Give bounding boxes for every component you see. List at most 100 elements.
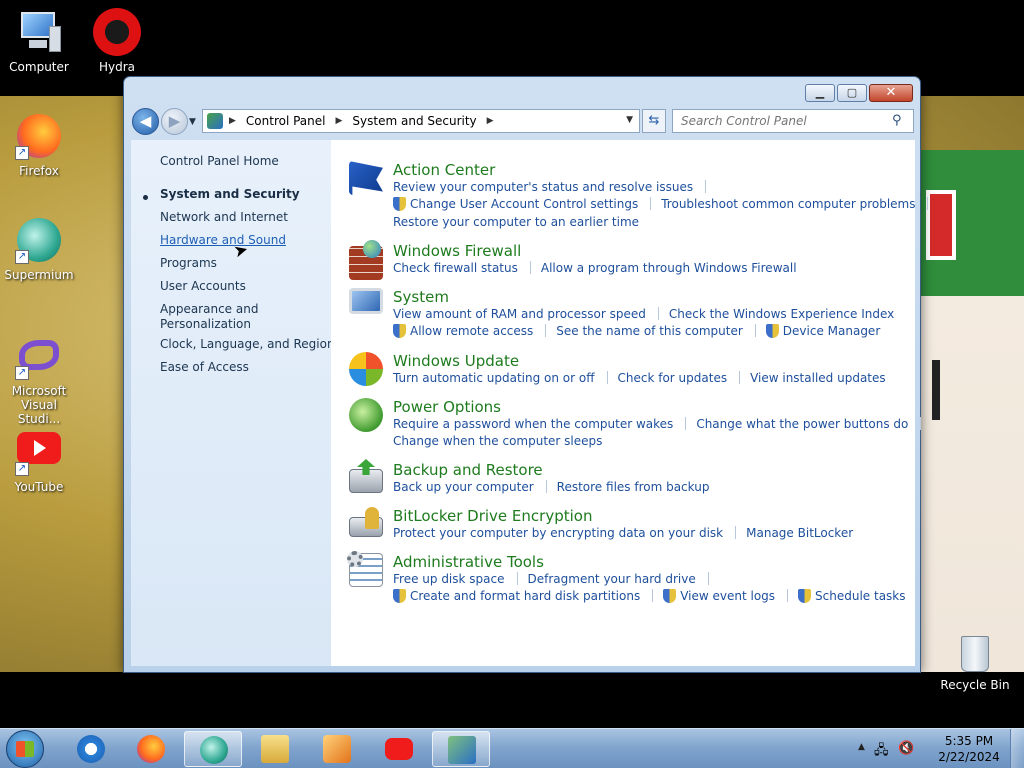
task-link[interactable]: Allow a program through Windows Firewall	[541, 261, 797, 275]
taskbar-firefox[interactable]	[122, 731, 180, 767]
task-link-text: Change User Account Control settings	[410, 197, 639, 211]
nav-appearance-line2[interactable]: Personalization	[160, 317, 251, 332]
breadcrumb-system-and-security[interactable]: System and Security	[352, 114, 476, 128]
nav-ease-of-access[interactable]: Ease of Access	[160, 360, 249, 375]
task-link[interactable]: Free up disk space	[393, 572, 505, 586]
breadcrumb-chevron-icon[interactable]: ▶	[229, 116, 236, 126]
task-link[interactable]: Review your computer's status and resolv…	[393, 180, 693, 194]
link-divider	[516, 572, 518, 585]
taskbar-internet-explorer[interactable]	[62, 731, 120, 767]
link-divider	[735, 526, 737, 539]
volume-muted-icon[interactable]: 🔇	[898, 741, 914, 757]
task-link-with-shield[interactable]: Allow remote access	[393, 324, 533, 338]
task-link-with-shield[interactable]: Device Manager	[765, 324, 880, 338]
nav-appearance-line1[interactable]: Appearance and	[160, 302, 258, 317]
task-link-with-shield[interactable]: View event logs	[663, 589, 775, 603]
desktop-icon-youtube[interactable]: ↗ YouTube	[0, 428, 78, 494]
task-link[interactable]: Check for updates	[618, 371, 728, 385]
wallpaper-mark	[932, 360, 940, 420]
taskbar-media-player[interactable]	[308, 731, 366, 767]
desktop-icon-firefox[interactable]: ↗ Firefox	[0, 112, 78, 178]
breadcrumb-control-panel[interactable]: Control Panel	[246, 114, 326, 128]
task-link[interactable]: View installed updates	[750, 371, 886, 385]
uac-shield-icon	[393, 197, 406, 211]
desktop-icon-recycle-bin[interactable]: Recycle Bin	[936, 632, 1014, 692]
taskbar-file-explorer[interactable]	[246, 731, 304, 767]
task-link[interactable]: Change when the computer sleeps	[393, 434, 602, 448]
nav-hardware-and-sound[interactable]: Hardware and Sound	[160, 233, 286, 248]
task-link[interactable]: Check firewall status	[393, 261, 518, 275]
task-link[interactable]: Restore files from backup	[557, 480, 710, 494]
task-link-with-shield[interactable]: Create and format hard disk partitions	[393, 589, 640, 603]
link-divider	[657, 307, 659, 320]
category-title[interactable]: BitLocker Drive Encryption	[393, 507, 592, 525]
network-icon[interactable]: 🖧	[874, 741, 890, 758]
task-link-with-shield[interactable]: Change User Account Control settings	[393, 197, 638, 211]
task-link[interactable]: Protect your computer by encrypting data…	[393, 526, 723, 540]
control-panel-window: ▁ ▢ ✕ ◀ ▶ ▼ ▶ Control Panel ▶ System and…	[123, 76, 929, 673]
control-panel-home-link[interactable]: Control Panel Home	[160, 154, 279, 169]
hydra-icon	[93, 8, 141, 56]
minimize-button[interactable]: ▁	[805, 84, 835, 102]
task-link[interactable]: Troubleshoot common computer problems	[661, 197, 915, 211]
nav-system-and-security[interactable]: System and Security	[160, 187, 300, 202]
media-player-icon	[323, 735, 351, 763]
refresh-button[interactable]: ⇆	[642, 109, 666, 133]
search-input[interactable]	[672, 109, 914, 133]
show-desktop-button[interactable]	[1010, 729, 1024, 768]
taskbar-youtube[interactable]	[370, 731, 428, 767]
task-row: View amount of RAM and processor speed C…	[393, 307, 894, 321]
category-title[interactable]: Power Options	[393, 398, 501, 416]
task-link[interactable]: Manage BitLocker	[746, 526, 853, 540]
desktop-icon-computer[interactable]: Computer	[0, 8, 78, 74]
nav-clock-language-region[interactable]: Clock, Language, and Region	[160, 337, 335, 352]
task-link[interactable]: Change what the power buttons do	[696, 417, 908, 431]
taskbar-supermium[interactable]	[184, 731, 242, 767]
maximize-button[interactable]: ▢	[837, 84, 867, 102]
start-button[interactable]	[6, 730, 44, 768]
task-link[interactable]: See the name of this computer	[556, 324, 743, 338]
desktop-icon-hydra[interactable]: Hydra	[78, 8, 156, 74]
maximize-icon: ▢	[846, 86, 858, 99]
desktop-icon-supermium[interactable]: ↗ Supermium	[0, 216, 78, 282]
visual-studio-icon: ↗	[15, 332, 63, 380]
youtube-icon	[385, 738, 413, 760]
search-icon[interactable]: ⚲	[892, 113, 902, 128]
nav-network-and-internet[interactable]: Network and Internet	[160, 210, 288, 225]
task-link[interactable]: Require a password when the computer wak…	[393, 417, 673, 431]
firefox-icon	[137, 735, 165, 763]
task-link-text: View event logs	[680, 589, 776, 603]
link-divider	[545, 480, 547, 493]
category-title[interactable]: Windows Update	[393, 352, 519, 370]
desktop-icon-visual-studio[interactable]: ↗ Microsoft Visual Studi...	[0, 332, 78, 426]
nav-user-accounts[interactable]: User Accounts	[160, 279, 246, 294]
back-button[interactable]: ◀	[132, 108, 159, 135]
show-hidden-icons-chevron-icon[interactable]: ▲	[858, 742, 865, 752]
address-dropdown-chevron-icon[interactable]: ▼	[626, 115, 633, 125]
category-title[interactable]: Administrative Tools	[393, 553, 544, 571]
close-button[interactable]: ✕	[869, 84, 913, 102]
nav-programs[interactable]: Programs	[160, 256, 217, 271]
address-bar[interactable]: ▶ Control Panel ▶ System and Security ▶ …	[202, 109, 640, 133]
desktop-icon-label: Computer	[9, 60, 69, 74]
category-title[interactable]: Backup and Restore	[393, 461, 543, 479]
task-link[interactable]: Check the Windows Experience Index	[669, 307, 894, 321]
taskbar-control-panel[interactable]	[432, 731, 490, 767]
system-tray: ▲ 🖧 🔇 5:35 PM 2/22/2024	[854, 729, 1024, 768]
task-link[interactable]: Restore your computer to an earlier time	[393, 215, 639, 229]
category-title[interactable]: Action Center	[393, 161, 495, 179]
task-link-with-shield[interactable]: Schedule tasks	[798, 589, 906, 603]
task-link[interactable]: Back up your computer	[393, 480, 534, 494]
task-link[interactable]: View amount of RAM and processor speed	[393, 307, 646, 321]
clock-date[interactable]: 2/22/2024	[934, 750, 1004, 764]
recent-pages-chevron-icon[interactable]: ▼	[189, 117, 196, 127]
forward-button[interactable]: ▶	[161, 108, 188, 135]
breadcrumb-chevron-icon[interactable]: ▶	[336, 116, 343, 126]
breadcrumb-chevron-icon[interactable]: ▶	[487, 116, 494, 126]
clock-time[interactable]: 5:35 PM	[934, 734, 1004, 748]
link-divider	[787, 589, 789, 602]
category-title[interactable]: System	[393, 288, 449, 306]
category-title[interactable]: Windows Firewall	[393, 242, 521, 260]
task-link[interactable]: Turn automatic updating on or off	[393, 371, 595, 385]
task-link[interactable]: Defragment your hard drive	[528, 572, 696, 586]
